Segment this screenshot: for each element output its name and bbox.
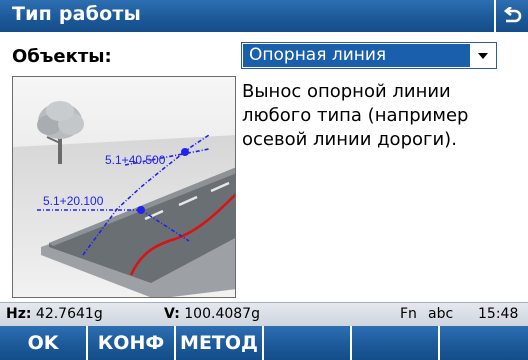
hz-reading: Hz: 42.7641g: [6, 306, 103, 322]
softkey-6[interactable]: [440, 326, 528, 360]
dropdown-button[interactable]: [470, 43, 496, 68]
softkey-konf[interactable]: КОНФ: [88, 326, 176, 360]
back-button[interactable]: [494, 0, 528, 32]
objects-label: Объекты:: [12, 46, 112, 67]
fn-indicator: Fn: [400, 306, 417, 322]
hz-label: Hz:: [6, 306, 32, 322]
work-type-description: Вынос опорной линии любого типа (наприме…: [242, 81, 469, 150]
status-bar: Hz: 42.7641g V: 100.4087g Fn abc 15:48: [0, 302, 528, 326]
back-arrow-icon: [503, 7, 522, 23]
softkey-metod[interactable]: МЕТОД: [176, 326, 264, 360]
objects-select-value: Опорная линия: [243, 44, 470, 67]
window-title: Тип работы: [12, 3, 141, 25]
clock: 15:48: [478, 306, 519, 322]
objects-select[interactable]: Опорная линия: [241, 42, 497, 69]
road-illustration-graphic: 5.1+40.500 5.1+20.100: [13, 77, 235, 297]
v-reading: V: 100.4087g: [164, 306, 260, 322]
dropdown-arrow-icon: [478, 52, 488, 59]
station-label-lower: 5.1+20.100: [43, 194, 104, 208]
softkey-bar: OK КОНФ МЕТОД: [0, 326, 528, 360]
softkey-ok[interactable]: OK: [0, 326, 88, 360]
road-illustration: 5.1+40.500 5.1+20.100: [12, 76, 236, 298]
station-point-upper: [181, 148, 189, 156]
v-value: 100.4087g: [184, 306, 260, 322]
input-mode-indicator: abc: [428, 306, 454, 322]
v-label: V:: [164, 306, 180, 322]
station-label-upper: 5.1+40.500: [105, 153, 166, 167]
softkey-4[interactable]: [264, 326, 352, 360]
station-point-lower: [137, 206, 145, 214]
title-bar: Тип работы: [0, 0, 528, 32]
softkey-5[interactable]: [352, 326, 440, 360]
hz-value: 42.7641g: [35, 306, 103, 322]
